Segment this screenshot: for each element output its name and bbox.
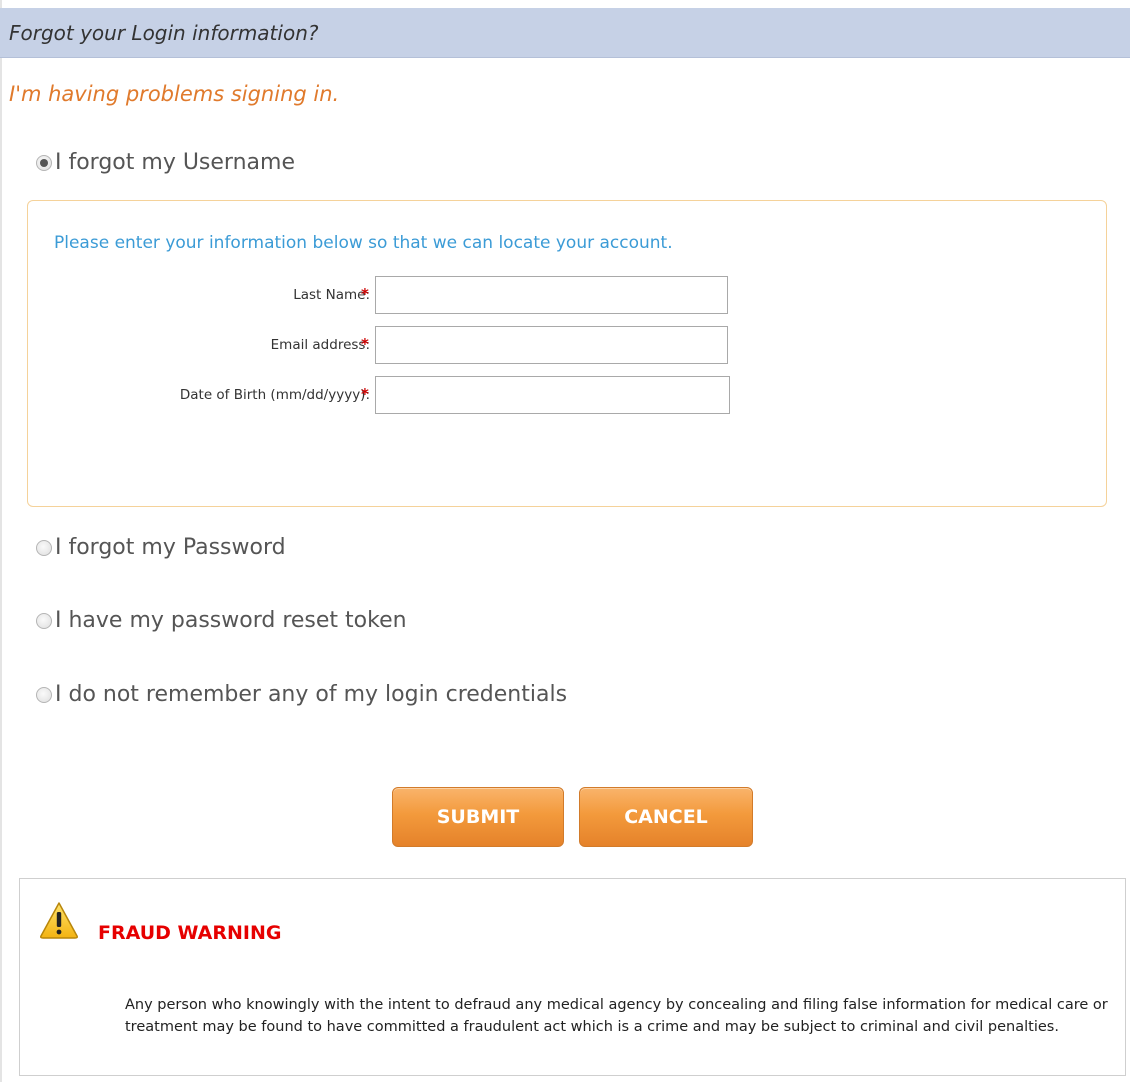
warning-icon [40, 902, 78, 939]
dob-label: Date of Birth (mm/dd/yyyy): [179, 387, 370, 403]
fraud-warning-box: FRAUD WARNING Any person who knowingly w… [19, 878, 1126, 1076]
email-required-mark: * [361, 335, 369, 353]
radio-forgot-username[interactable] [36, 154, 52, 171]
email-input[interactable] [375, 326, 728, 364]
radio-forgot-password[interactable] [36, 539, 52, 556]
radio-reset-token[interactable] [36, 612, 52, 629]
dob-input[interactable] [375, 376, 730, 414]
last-name-label: Last Name: [293, 287, 370, 303]
submit-button[interactable]: SUBMIT [392, 787, 564, 847]
option-forgot-all[interactable]: I do not remember any of my login creden… [36, 682, 567, 707]
option-label-forgot-username: I forgot my Username [55, 150, 295, 175]
option-label-forgot-password: I forgot my Password [55, 535, 286, 560]
radio-forgot-all[interactable] [36, 686, 52, 703]
dob-required-mark: * [361, 385, 369, 403]
page-header: Forgot your Login information? [0, 8, 1130, 58]
option-label-reset-token: I have my password reset token [55, 608, 407, 633]
fraud-warning-text: Any person who knowingly with the intent… [125, 997, 1108, 1035]
option-forgot-password[interactable]: I forgot my Password [36, 535, 286, 560]
username-recovery-panel: Please enter your information below so t… [27, 200, 1107, 507]
fraud-warning-title: FRAUD WARNING [98, 922, 282, 944]
option-forgot-username[interactable]: I forgot my Username [36, 150, 295, 175]
left-border [0, 0, 2, 1082]
cancel-button[interactable]: CANCEL [579, 787, 753, 847]
email-label: Email address: [270, 337, 370, 353]
page-subtitle: I'm having problems signing in. [9, 82, 340, 106]
forgot-login-page: Forgot your Login information? I'm havin… [0, 0, 1130, 1082]
panel-intro-text: Please enter your information below so t… [54, 233, 673, 253]
page-title: Forgot your Login information? [9, 21, 319, 45]
option-label-forgot-all: I do not remember any of my login creden… [55, 682, 568, 707]
option-reset-token[interactable]: I have my password reset token [36, 608, 407, 633]
last-name-required-mark: * [361, 285, 369, 303]
last-name-input[interactable] [375, 276, 728, 314]
